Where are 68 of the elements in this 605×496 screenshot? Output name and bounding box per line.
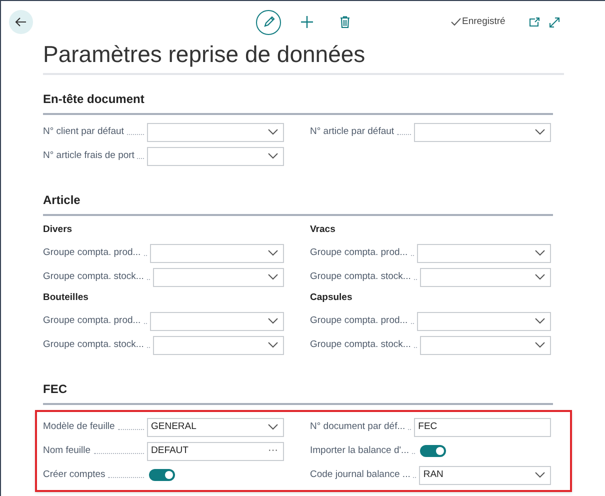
field-label: Groupe compta. stock... (310, 338, 411, 352)
chevron-down-icon (268, 342, 278, 348)
page-title: Paramètres reprise de données (43, 40, 366, 69)
field-label: N° document par déf... (310, 420, 406, 434)
lookup-button[interactable]: ··· (268, 446, 278, 456)
dropdown-field[interactable] (416, 244, 551, 262)
chevron-down-icon (268, 274, 278, 280)
toggle-switch[interactable] (420, 445, 446, 457)
field-label: Groupe compta. prod... (43, 314, 141, 328)
dropdown-field[interactable]: GENERAL (147, 418, 284, 436)
dropdown-field[interactable] (416, 312, 551, 330)
field-label: Groupe compta. prod... (310, 314, 408, 328)
field-label: Modèle de feuille (43, 420, 115, 434)
chevron-down-icon (268, 153, 278, 159)
subsection-heading: Divers (43, 222, 74, 237)
field-label: Groupe compta. stock... (310, 270, 411, 284)
back-arrow-icon (15, 17, 27, 27)
field-label: N° article frais de port (43, 148, 134, 163)
chevron-down-icon (535, 318, 545, 324)
open-new-window-icon (528, 17, 540, 27)
section-heading: FEC (43, 382, 67, 396)
back-button[interactable] (9, 10, 33, 34)
field-label: Nom feuille (43, 444, 91, 458)
expand-button[interactable] (547, 15, 562, 29)
dropdown-field[interactable] (414, 122, 551, 142)
dropdown-field[interactable] (420, 268, 551, 286)
edit-button[interactable] (256, 10, 281, 34)
chevron-down-icon (535, 342, 545, 348)
input-field[interactable]: FEC (414, 418, 551, 436)
chevron-down-icon (268, 424, 278, 430)
field-label: Groupe compta. stock... (43, 338, 144, 352)
field-label: Groupe compta. prod... (43, 246, 141, 260)
field-label: Créer comptes (43, 468, 106, 482)
section-heading: Article (43, 193, 80, 207)
toggle-switch[interactable] (149, 469, 175, 481)
chevron-down-icon (268, 250, 278, 256)
dropdown-field[interactable] (152, 268, 284, 286)
dropdown-field[interactable] (152, 336, 284, 354)
subsection-heading: Bouteilles (43, 290, 90, 305)
dropdown-field[interactable] (147, 146, 284, 166)
input-field[interactable]: DEFAUT ··· (147, 442, 284, 460)
pencil-icon (262, 16, 274, 28)
field-label: Groupe compta. prod... (310, 246, 408, 260)
dropdown-field[interactable]: RAN (419, 466, 551, 484)
subsection-heading: Capsules (310, 290, 354, 305)
chevron-down-icon (535, 250, 545, 256)
field-label: Groupe compta. stock... (43, 270, 144, 284)
dropdown-field[interactable] (147, 122, 284, 142)
field-label: Importer la balance d'... (310, 444, 409, 458)
chevron-down-icon (535, 274, 545, 280)
trash-icon (340, 16, 350, 28)
chevron-down-icon (535, 472, 545, 478)
dropdown-field[interactable] (150, 244, 284, 262)
field-label: Code journal balance ... (310, 468, 410, 482)
section-heading: En-tête document (43, 92, 144, 106)
dropdown-field[interactable] (420, 336, 551, 354)
chevron-down-icon (268, 318, 278, 324)
open-in-new-window-button[interactable] (527, 15, 542, 29)
chevron-down-icon (268, 129, 278, 135)
plus-icon (301, 16, 313, 28)
field-label: N° article par défaut (310, 124, 394, 139)
chevron-down-icon (535, 129, 545, 135)
field-label: N° client par défaut (43, 124, 124, 139)
dropdown-field[interactable] (150, 312, 284, 330)
subsection-heading: Vracs (310, 222, 336, 237)
save-status: Enregistré (462, 14, 506, 29)
expand-icon (548, 16, 560, 28)
check-icon (451, 18, 461, 26)
